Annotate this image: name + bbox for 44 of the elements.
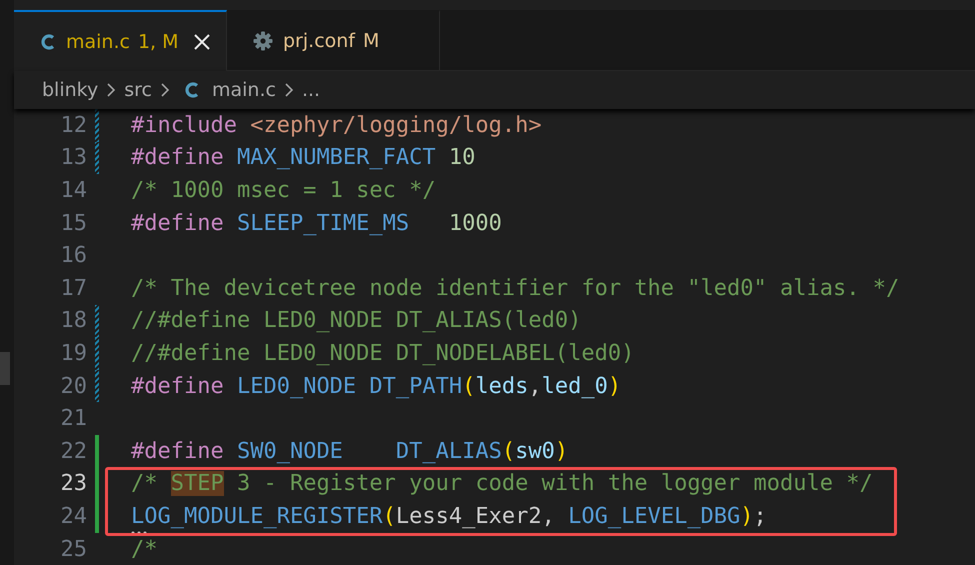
c-file-icon bbox=[40, 32, 56, 52]
breadcrumb-more[interactable]: ... bbox=[302, 79, 320, 101]
code-line: #include <zephyr/logging/log.h> bbox=[131, 112, 542, 138]
editor-tab[interactable]: main.c 1, M bbox=[14, 10, 227, 71]
code-line: LOG_MODULE_REGISTER(Less4_Exer2, LOG_LEVEL_DBG); bbox=[131, 504, 767, 529]
tab-status: M bbox=[363, 30, 380, 52]
line-number: 25 bbox=[60, 536, 87, 562]
chevron-icon bbox=[284, 82, 294, 98]
line-number: 18 bbox=[60, 308, 87, 334]
line-number: 19 bbox=[60, 340, 87, 366]
line-number: 13 bbox=[60, 145, 87, 170]
gear-icon bbox=[253, 31, 273, 51]
close-icon[interactable] bbox=[192, 32, 211, 50]
line-number: 12 bbox=[60, 112, 87, 138]
code-line: #define MAX_NUMBER_FACT 10 bbox=[131, 145, 476, 170]
line-number: 14 bbox=[60, 178, 87, 203]
line-number: 20 bbox=[60, 374, 87, 399]
code-line: /* The devicetree node identifier for the "led0" alias. */ bbox=[131, 276, 900, 301]
tab-label: main.c bbox=[66, 30, 130, 52]
code-line: #define LED0_NODE DT_PATH(leds,led_0) bbox=[131, 374, 622, 399]
line-number: 23 bbox=[60, 471, 87, 496]
hint-dots-icon[interactable] bbox=[131, 530, 147, 535]
c-file-icon bbox=[184, 80, 200, 100]
line-number: 22 bbox=[60, 438, 87, 464]
breadcrumb-item[interactable]: src bbox=[124, 79, 152, 101]
chevron-icon bbox=[160, 82, 170, 98]
code-line: #define SLEEP_TIME_MS 1000 bbox=[131, 210, 502, 236]
code-line: /* bbox=[131, 536, 158, 562]
code-line: //#define LED0_NODE DT_NODELABEL(led0) bbox=[131, 340, 634, 366]
line-number: 21 bbox=[60, 406, 87, 432]
line-number: 17 bbox=[60, 276, 87, 301]
code-line: //#define LED0_NODE DT_ALIAS(led0) bbox=[131, 308, 582, 334]
line-number: 16 bbox=[60, 243, 87, 268]
line-number: 24 bbox=[60, 504, 87, 529]
tab-status: 1, M bbox=[138, 30, 179, 52]
line-number: 15 bbox=[60, 210, 87, 236]
tab-label: prj.conf bbox=[283, 30, 355, 52]
chevron-icon bbox=[106, 82, 116, 98]
scrollbar-thumb[interactable] bbox=[0, 352, 10, 385]
breadcrumb-item[interactable]: blinky bbox=[42, 79, 98, 101]
code-line: /* STEP 3 - Register your code with the logger module */ bbox=[131, 471, 873, 496]
code-line: /* 1000 msec = 1 sec */ bbox=[131, 178, 436, 203]
code-line: #define SW0_NODE DT_ALIAS(sw0) bbox=[131, 438, 568, 464]
breadcrumb-item[interactable]: main.c bbox=[212, 79, 276, 101]
